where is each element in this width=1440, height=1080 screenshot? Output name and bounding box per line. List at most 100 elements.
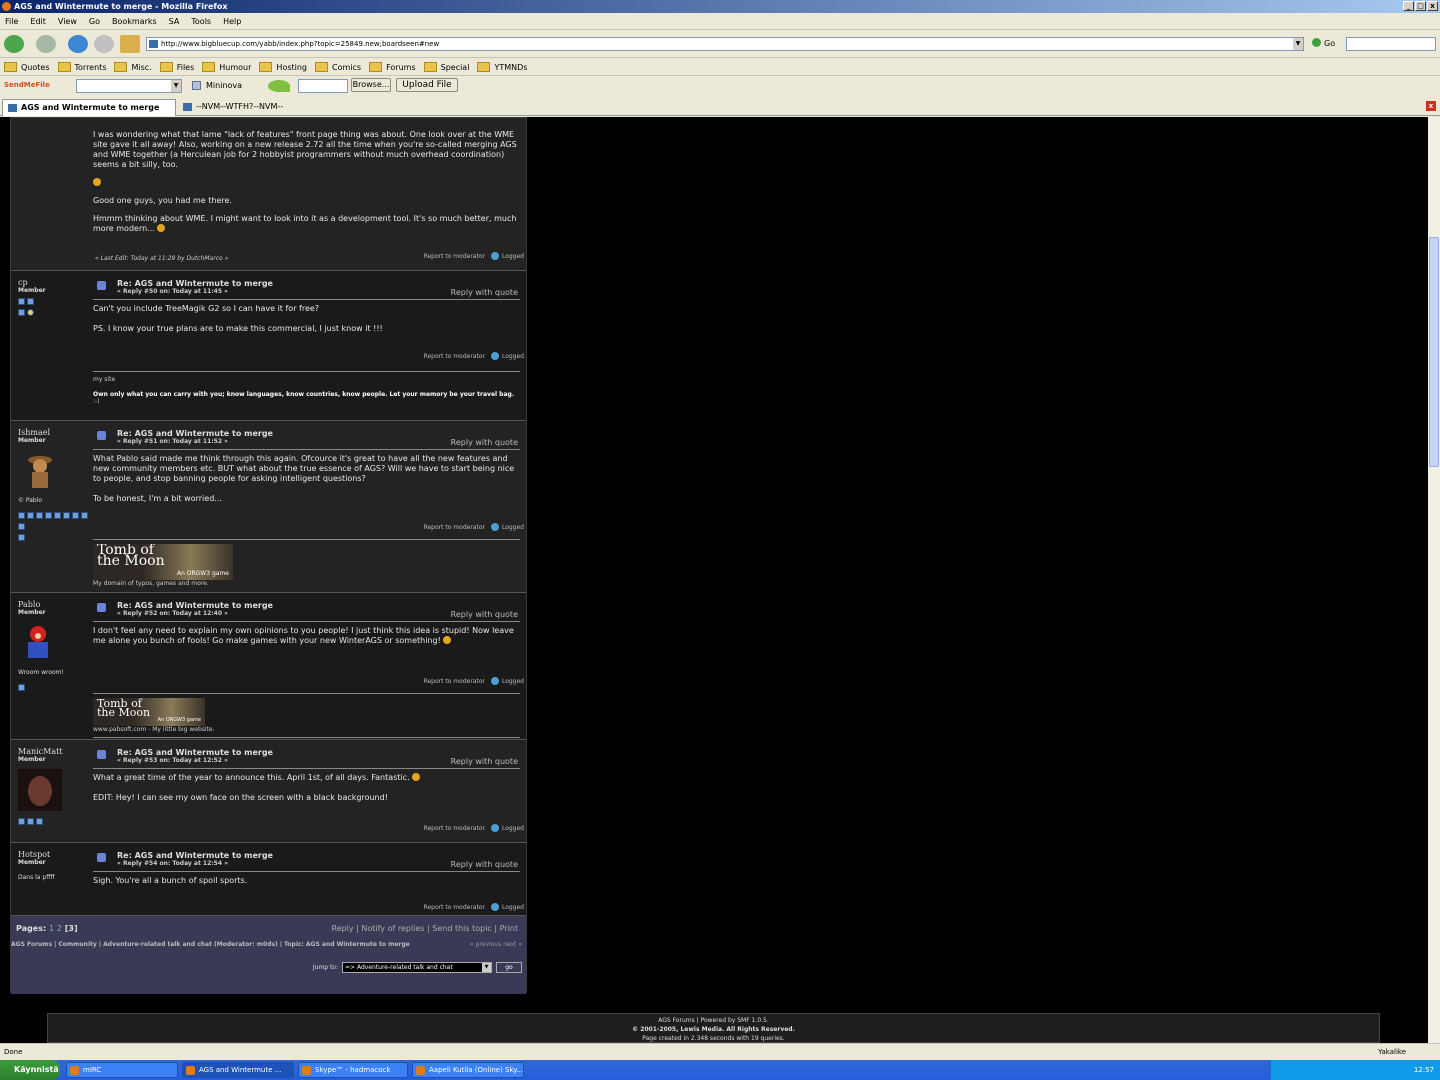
scrollbar-thumb[interactable]: [1429, 237, 1439, 467]
poster-rank: Member: [18, 756, 46, 763]
browse-button[interactable]: Browse...: [351, 78, 391, 92]
post-dutchmarco: I was wondering what that lame "lack of …: [11, 118, 526, 271]
reply-with-quote-link[interactable]: Reply with quote: [451, 610, 518, 619]
divider: [93, 449, 520, 450]
poster-name[interactable]: Pablo: [18, 600, 88, 609]
url-dropdown-icon[interactable]: ▼: [1293, 38, 1303, 50]
signature-link[interactable]: my site: [93, 376, 520, 383]
report-to-moderator-link[interactable]: Report to moderator: [424, 253, 485, 260]
divider: [93, 693, 520, 694]
menu-go[interactable]: Go: [89, 13, 100, 29]
navigation-toolbar: http://www.bigbluecup.com/yabb/index.php…: [0, 31, 1440, 58]
bookmark-forums[interactable]: Forums: [369, 59, 416, 75]
bookmarks-toolbar: Quotes Torrents Misc. Files Humour Hosti…: [0, 59, 1440, 76]
close-tab-icon[interactable]: x: [1426, 101, 1436, 111]
post-subject[interactable]: Re: AGS and Wintermute to merge: [93, 429, 520, 438]
report-to-moderator-link[interactable]: Report to moderator: [424, 524, 485, 531]
taskbar-skype-chat[interactable]: Aapeli Kutila (Online) Sky...: [412, 1062, 524, 1078]
stop-icon[interactable]: [94, 35, 114, 53]
status-bar: Done Yakalike: [0, 1043, 1440, 1060]
pagination: Pages: 1 2 [3]: [16, 924, 78, 933]
post-subject[interactable]: Re: AGS and Wintermute to merge: [93, 601, 520, 610]
poster-name[interactable]: Ishmael: [18, 428, 88, 437]
bookmark-special[interactable]: Special: [424, 59, 470, 75]
upload-file-button[interactable]: Upload File: [396, 78, 458, 92]
start-button[interactable]: Käynnistä: [0, 1060, 60, 1080]
previous-next-links[interactable]: « previous next »: [470, 941, 522, 948]
maximize-button[interactable]: □: [1415, 1, 1426, 11]
report-to-moderator-link[interactable]: Report to moderator: [424, 353, 485, 360]
bookmark-comics[interactable]: Comics: [315, 59, 361, 75]
arrow-icon[interactable]: [268, 80, 290, 92]
tomb-of-the-moon-banner[interactable]: Tomb of the Moon An ORGW3 game: [93, 544, 233, 580]
jump-to-select[interactable]: => Adventure-related talk and chat ▼: [342, 962, 492, 973]
bookmark-hosting[interactable]: Hosting: [259, 59, 307, 75]
post-subject[interactable]: Re: AGS and Wintermute to merge: [93, 748, 520, 757]
post-text: EDIT: Hey! I can see my own face on the …: [93, 793, 388, 802]
bookmark-humour[interactable]: Humour: [202, 59, 251, 75]
upload-file-input[interactable]: [298, 79, 348, 93]
post-manicmatt: ManicMatt Member Re: AGS and Wintermute …: [11, 740, 526, 843]
page-1-link[interactable]: 1: [49, 924, 54, 933]
report-to-moderator-link[interactable]: Report to moderator: [424, 678, 485, 685]
go-button[interactable]: Go: [1312, 37, 1335, 51]
topic-actions[interactable]: Reply | Notify of replies | Send this to…: [331, 924, 518, 933]
post-subject[interactable]: Re: AGS and Wintermute to merge: [93, 851, 520, 860]
divider: [93, 871, 520, 872]
logged-label: Logged: [491, 824, 524, 832]
bookmark-files[interactable]: Files: [160, 59, 195, 75]
logged-label: Logged: [491, 903, 524, 911]
close-button[interactable]: x: [1427, 1, 1438, 11]
bookmark-torrents[interactable]: Torrents: [58, 59, 107, 75]
reply-with-quote-link[interactable]: Reply with quote: [451, 757, 518, 766]
search-input[interactable]: [1346, 37, 1436, 51]
back-icon[interactable]: [4, 35, 24, 53]
page-2-link[interactable]: 2: [57, 924, 62, 933]
reply-with-quote-link[interactable]: Reply with quote: [451, 860, 518, 869]
minimize-button[interactable]: _: [1403, 1, 1414, 11]
signature-link[interactable]: www.pabsoft.com - My little big website.: [93, 726, 520, 733]
bookmark-misc[interactable]: Misc.: [114, 59, 151, 75]
jump-go-button[interactable]: go: [496, 962, 522, 973]
url-text: http://www.bigbluecup.com/yabb/index.php…: [161, 40, 440, 48]
menu-view[interactable]: View: [58, 13, 77, 29]
post-hotspot: Hotspot Member Dans la pffff Re: AGS and…: [11, 843, 526, 916]
taskbar-mirc[interactable]: mIRC: [66, 1062, 178, 1078]
tab-ags-wintermute[interactable]: AGS and Wintermute to merge: [2, 99, 176, 116]
mininova-label[interactable]: Mininova: [206, 81, 242, 90]
menu-file[interactable]: File: [5, 13, 18, 29]
home-icon[interactable]: [120, 35, 140, 53]
reply-with-quote-link[interactable]: Reply with quote: [451, 438, 518, 447]
forward-icon[interactable]: [36, 35, 56, 53]
chevron-down-icon: ▼: [482, 963, 491, 972]
poster-name[interactable]: Hotspot: [18, 850, 88, 859]
menu-edit[interactable]: Edit: [30, 13, 46, 29]
reload-icon[interactable]: [68, 35, 88, 53]
current-page: [3]: [64, 924, 78, 933]
member-icons: [18, 534, 88, 541]
reply-with-quote-link[interactable]: Reply with quote: [451, 288, 518, 297]
menu-help[interactable]: Help: [223, 13, 241, 29]
tab-nvm[interactable]: --NVM--WTFH?--NVM--: [178, 99, 338, 116]
breadcrumb[interactable]: AGS Forums | Community | Adventure-relat…: [11, 941, 431, 948]
taskbar-skype[interactable]: Skype™ - hadmacock: [298, 1062, 408, 1078]
poster-name[interactable]: ManicMatt: [18, 747, 88, 756]
menu-bookmarks[interactable]: Bookmarks: [112, 13, 157, 29]
sendmefile-combo[interactable]: ▼: [76, 79, 182, 93]
post-subject[interactable]: Re: AGS and Wintermute to merge: [93, 279, 520, 288]
bookmark-ytmnds[interactable]: YTMNDs: [477, 59, 527, 75]
avatar: [18, 769, 62, 811]
poster-name[interactable]: cp: [18, 278, 88, 287]
yakalike-status[interactable]: Yakalike: [1378, 1044, 1406, 1060]
sendmefile-logo[interactable]: SendMeFile: [4, 81, 50, 89]
jump-to: Jump to: => Adventure-related talk and c…: [313, 962, 522, 973]
menu-sa[interactable]: SA: [169, 13, 180, 29]
taskbar-firefox[interactable]: AGS and Wintermute ...: [182, 1062, 294, 1078]
tomb-of-the-moon-banner[interactable]: Tomb of the Moon An ORGW3 game: [93, 698, 205, 726]
report-to-moderator-link[interactable]: Report to moderator: [424, 825, 485, 832]
bookmark-quotes[interactable]: Quotes: [4, 59, 50, 75]
menu-tools[interactable]: Tools: [191, 13, 211, 29]
report-to-moderator-link[interactable]: Report to moderator: [424, 904, 485, 911]
vertical-scrollbar[interactable]: [1428, 117, 1440, 1043]
url-bar[interactable]: http://www.bigbluecup.com/yabb/index.php…: [146, 37, 1304, 51]
